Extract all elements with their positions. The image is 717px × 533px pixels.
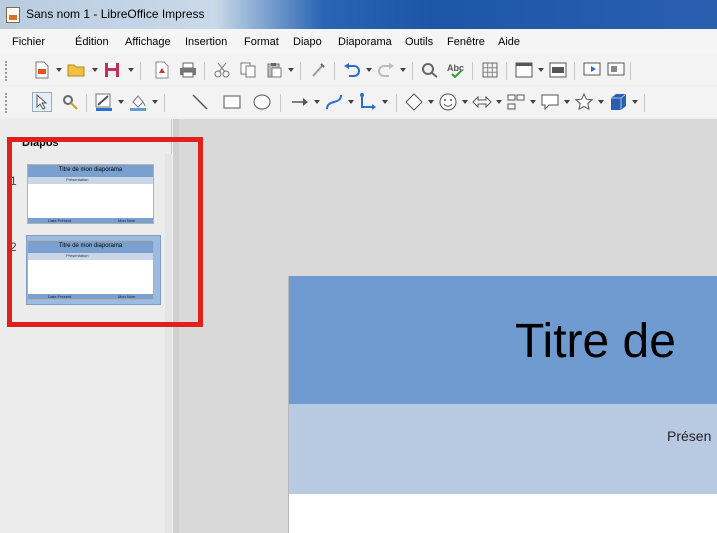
stars-banners-icon[interactable] [574,92,594,112]
display-views-icon[interactable] [514,60,534,80]
redo-icon[interactable] [376,60,396,80]
grid-icon[interactable] [480,60,500,80]
copy-icon[interactable] [238,60,258,80]
drawing-toolbar [0,87,717,117]
spellcheck-icon[interactable]: Abc [446,60,466,80]
chevron-down-icon[interactable] [538,68,544,72]
chevron-down-icon[interactable] [314,100,320,104]
ellipse-tool-icon[interactable] [252,92,272,112]
arrow-line-icon[interactable] [290,92,310,112]
toolbar-separator [644,94,645,112]
start-presentation-icon[interactable] [582,60,602,80]
chevron-down-icon[interactable] [288,68,294,72]
toolbar-separator [334,62,335,80]
chevron-down-icon[interactable] [366,68,372,72]
chevron-down-icon[interactable] [462,100,468,104]
toolbar-separator [412,62,413,80]
slide-subtitle-band: Présen [289,404,717,494]
clone-formatting-icon[interactable] [308,60,328,80]
menu-diaporama[interactable]: Diaporama [338,36,392,48]
slide-title[interactable]: Titre de [515,314,676,369]
start-current-slide-icon[interactable] [606,60,626,80]
toolbar-separator [472,62,473,80]
impress-window: Sans nom 1 - LibreOffice Impress Fichier… [0,0,717,533]
line-color-icon[interactable] [94,92,114,112]
toolbar-separator [140,62,141,80]
standard-toolbar: Abc [0,55,717,85]
toolbar-separator [164,94,165,112]
symbol-shapes-icon[interactable] [438,92,458,112]
chevron-down-icon[interactable] [128,68,134,72]
toolbar-grip[interactable] [5,61,8,81]
chevron-down-icon[interactable] [598,100,604,104]
rectangle-tool-icon[interactable] [222,92,242,112]
menu-bar: Fichier Édition Affichage Insertion Form… [0,29,717,55]
chevron-down-icon[interactable] [530,100,536,104]
toolbar-separator [396,94,397,112]
window-title: Sans nom 1 - LibreOffice Impress [26,7,205,21]
toolbar-grip[interactable] [5,93,8,113]
menu-diapo[interactable]: Diapo [293,36,322,48]
toolbar-separator [280,94,281,112]
connector-tool-icon[interactable] [358,92,378,112]
find-replace-icon[interactable] [420,60,440,80]
chevron-down-icon[interactable] [496,100,502,104]
toolbar-separator [630,62,631,80]
slide-subtitle[interactable]: Présen [667,428,711,444]
slide-canvas[interactable]: Titre de Présen [288,276,717,533]
chevron-down-icon[interactable] [382,100,388,104]
title-bar: Sans nom 1 - LibreOffice Impress [0,0,717,29]
menu-aide[interactable]: Aide [498,36,520,48]
toolbar-separator [574,62,575,80]
impress-app-icon [6,7,20,23]
chevron-down-icon[interactable] [400,68,406,72]
slide-title-band: Titre de [289,276,717,404]
print-icon[interactable] [178,60,198,80]
zoom-pan-icon[interactable] [60,92,80,112]
undo-icon[interactable] [342,60,362,80]
curve-tool-icon[interactable] [324,92,344,112]
toolbar-separator [204,62,205,80]
open-folder-icon[interactable] [66,60,86,80]
cut-icon[interactable] [212,60,232,80]
slides-highlight-box [7,137,203,327]
master-slide-icon[interactable] [548,60,568,80]
menu-fenetre[interactable]: Fenêtre [447,36,485,48]
line-tool-icon[interactable] [190,92,210,112]
flowchart-icon[interactable] [506,92,526,112]
new-document-icon[interactable] [32,60,52,80]
toolbar-separator [86,94,87,112]
basic-shapes-icon[interactable] [404,92,424,112]
chevron-down-icon[interactable] [118,100,124,104]
menu-insertion[interactable]: Insertion [185,36,227,48]
select-arrow-icon[interactable] [32,92,52,112]
menu-outils[interactable]: Outils [405,36,433,48]
chevron-down-icon[interactable] [428,100,434,104]
chevron-down-icon[interactable] [92,68,98,72]
toolbar-separator [300,62,301,80]
chevron-down-icon[interactable] [56,68,62,72]
fill-color-icon[interactable] [128,92,148,112]
chevron-down-icon[interactable] [348,100,354,104]
menu-fichier[interactable]: Fichier [12,36,45,48]
menu-affichage[interactable]: Affichage [125,36,171,48]
callout-shapes-icon[interactable] [540,92,560,112]
block-arrows-icon[interactable] [472,92,492,112]
export-pdf-icon[interactable] [152,60,172,80]
save-icon[interactable] [102,60,122,80]
chevron-down-icon[interactable] [564,100,570,104]
paste-icon[interactable] [264,60,284,80]
chevron-down-icon[interactable] [152,100,158,104]
toolbar-separator [506,62,507,80]
menu-format[interactable]: Format [244,36,279,48]
menu-edition[interactable]: Édition [75,36,109,48]
3d-objects-icon[interactable] [608,92,628,112]
chevron-down-icon[interactable] [632,100,638,104]
